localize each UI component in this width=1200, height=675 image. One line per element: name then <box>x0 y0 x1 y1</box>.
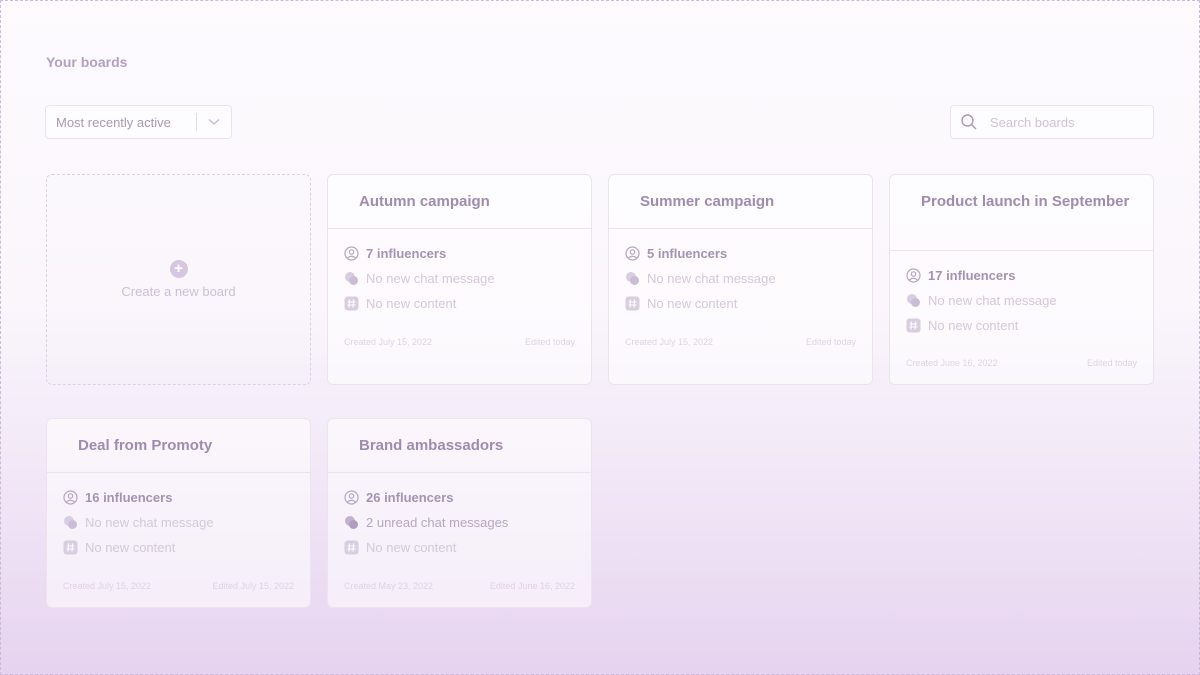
board-created: Created July 15, 2022 <box>344 337 433 347</box>
board-meta: Created July 15, 2022 Edited today <box>625 337 856 347</box>
plus-icon: + <box>169 260 188 278</box>
board-created: Created July 15, 2022 <box>63 581 152 591</box>
board-influencers-text: 17 influencers <box>928 268 1016 283</box>
user-icon <box>906 268 921 283</box>
board-title: Brand ambassadors <box>328 419 591 473</box>
board-content-text: No new content <box>85 540 176 555</box>
hashtag-icon <box>63 540 78 555</box>
hashtag-icon <box>344 296 359 311</box>
user-icon <box>63 490 78 505</box>
board-chat: No new chat message <box>63 510 310 535</box>
board-edited: Edited today <box>1086 358 1137 368</box>
board-influencers: 16 influencers <box>63 485 310 510</box>
board-chat: No new chat message <box>344 266 591 291</box>
search-icon <box>960 113 980 131</box>
board-card[interactable]: Product launch in September 17 influence… <box>889 174 1154 385</box>
board-card[interactable]: Summer campaign 5 influencers No new cha… <box>608 174 873 385</box>
board-influencers-text: 26 influencers <box>366 490 454 505</box>
board-content: No new content <box>344 291 591 316</box>
board-created: Created July 15, 2022 <box>625 337 714 347</box>
board-created: Created May 23, 2022 <box>344 581 434 591</box>
sort-dropdown-label: Most recently active <box>56 114 171 130</box>
board-content: No new content <box>63 535 310 560</box>
board-title: Product launch in September <box>890 175 1153 251</box>
board-content-text: No new content <box>928 318 1019 333</box>
board-meta: Created July 15, 2022 Edited July 15, 20… <box>63 581 294 591</box>
board-chat: No new chat message <box>625 266 872 291</box>
board-content-text: No new content <box>366 296 457 311</box>
board-influencers-text: 7 influencers <box>366 246 447 261</box>
hashtag-icon <box>625 296 640 311</box>
search-input[interactable] <box>988 113 1142 131</box>
user-icon <box>344 490 359 505</box>
hashtag-icon <box>344 540 359 555</box>
hashtag-icon <box>906 318 921 333</box>
board-influencers: 26 influencers <box>344 485 591 510</box>
chat-icon <box>625 271 640 286</box>
board-edited: Edited June 16, 2022 <box>489 581 575 591</box>
board-created: Created June 16, 2022 <box>906 358 998 368</box>
board-chat-text: 2 unread chat messages <box>366 515 509 530</box>
page-title: Your boards <box>46 54 128 70</box>
board-title: Deal from Promoty <box>47 419 310 473</box>
board-content: No new content <box>625 291 872 316</box>
board-chat-text: No new chat message <box>85 515 214 530</box>
board-title: Autumn campaign <box>328 175 591 229</box>
board-edited: Edited July 15, 2022 <box>212 581 294 591</box>
board-content-text: No new content <box>366 540 457 555</box>
board-meta: Created May 23, 2022 Edited June 16, 202… <box>344 581 575 591</box>
board-influencers: 17 influencers <box>906 263 1153 288</box>
board-edited: Edited today <box>805 337 856 347</box>
search-box[interactable] <box>950 105 1154 139</box>
board-influencers-text: 16 influencers <box>85 490 173 505</box>
board-content: No new content <box>344 535 591 560</box>
board-influencers: 5 influencers <box>625 241 872 266</box>
chat-icon <box>906 293 921 308</box>
board-chat-text: No new chat message <box>647 271 776 286</box>
user-icon <box>344 246 359 261</box>
user-icon <box>625 246 640 261</box>
board-chat: No new chat message <box>906 288 1153 313</box>
chevron-down-icon[interactable] <box>197 118 231 126</box>
board-influencers-text: 5 influencers <box>647 246 728 261</box>
board-card[interactable]: Autumn campaign 7 influencers No new cha… <box>327 174 592 385</box>
board-edited: Edited today <box>524 337 575 347</box>
chat-icon <box>63 515 78 530</box>
board-content-text: No new content <box>647 296 738 311</box>
board-meta: Created July 15, 2022 Edited today <box>344 337 575 347</box>
create-board-label: Create a new board <box>121 284 236 299</box>
board-chat-text: No new chat message <box>366 271 495 286</box>
board-content: No new content <box>906 313 1153 338</box>
board-card[interactable]: Brand ambassadors 26 influencers 2 unrea… <box>327 418 592 608</box>
board-card[interactable]: Deal from Promoty 16 influencers No new … <box>46 418 311 608</box>
create-board-card[interactable]: + Create a new board <box>46 174 311 385</box>
board-influencers: 7 influencers <box>344 241 591 266</box>
chat-icon <box>344 271 359 286</box>
board-meta: Created June 16, 2022 Edited today <box>906 358 1137 368</box>
chat-icon <box>344 515 359 530</box>
board-chat-text: No new chat message <box>928 293 1057 308</box>
sort-dropdown[interactable]: Most recently active <box>45 105 232 139</box>
board-chat: 2 unread chat messages <box>344 510 591 535</box>
board-title: Summer campaign <box>609 175 872 229</box>
